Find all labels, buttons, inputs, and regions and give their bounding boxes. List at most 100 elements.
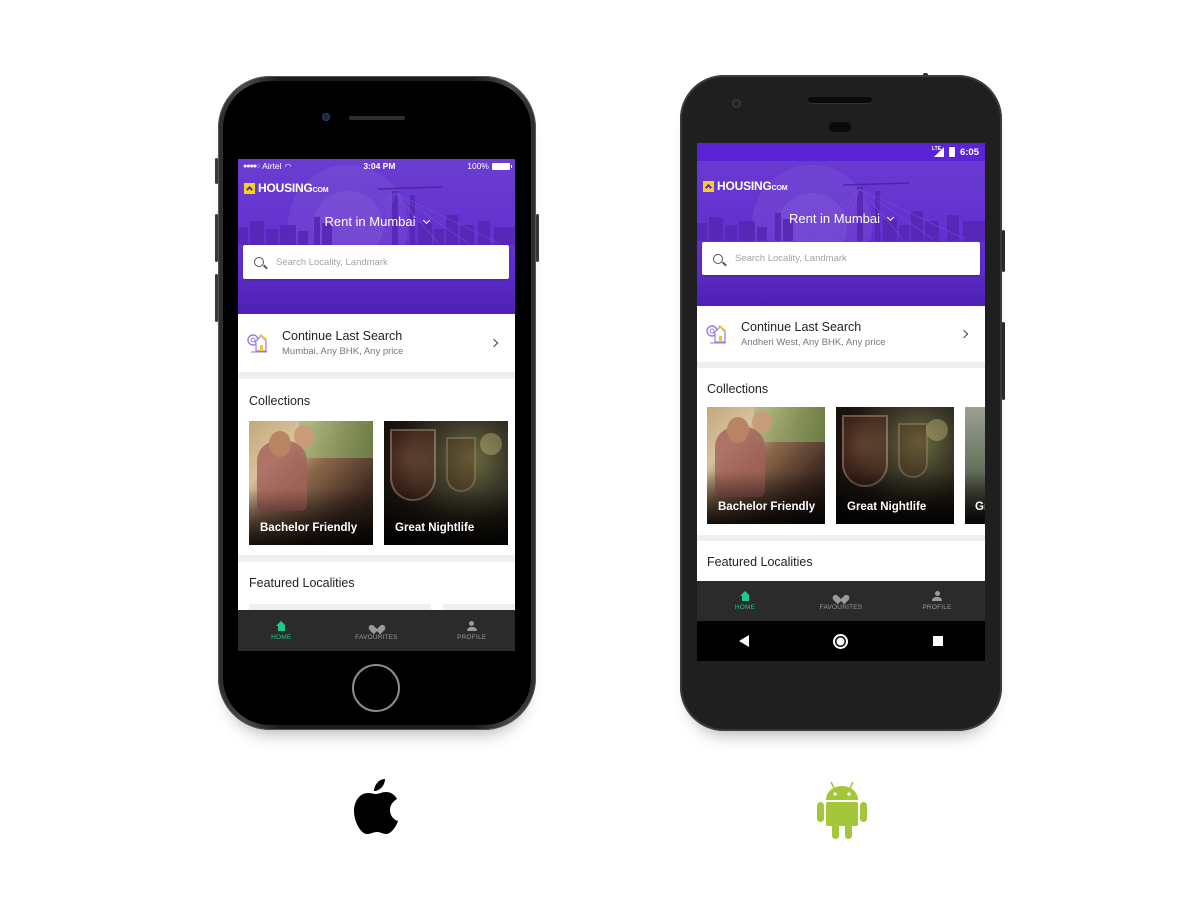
battery-percent: 100% <box>467 161 489 171</box>
featured-localities-title: Featured Localities <box>249 576 355 590</box>
tab-profile[interactable]: PROFILE <box>889 581 985 621</box>
tab-home[interactable]: HOME <box>238 610 325 651</box>
tab-home[interactable]: HOME <box>697 581 793 621</box>
housing-logo-icon <box>703 180 714 192</box>
lte-signal-icon: LTE <box>932 146 944 157</box>
search-icon <box>713 253 723 264</box>
collection-label: Great Nightlife <box>395 522 475 534</box>
tab-favourites[interactable]: FAVOURITES <box>325 610 429 651</box>
search-input[interactable] <box>735 253 958 264</box>
tab-label: PROFILE <box>922 604 952 611</box>
android-device: LTE 6:05 HOUSINGCOM Rent in Mumbai Searc… <box>680 75 1002 731</box>
signal-dots-icon: ●●●●○ <box>243 162 260 170</box>
android-status-bar: LTE 6:05 <box>697 143 985 161</box>
city-selector[interactable]: Rent in Mumbai <box>238 214 515 229</box>
tab-label: FAVOURITES <box>355 633 398 641</box>
carrier-name: Airtel <box>262 161 282 171</box>
wifi-icon: ◠ <box>284 161 292 171</box>
iphone-home-button[interactable] <box>352 664 400 712</box>
chevron-down-icon <box>422 216 430 224</box>
city-selector[interactable]: Rent in Mumbai <box>697 211 985 226</box>
collections-title: Collections <box>707 382 769 396</box>
chevron-down-icon <box>886 213 895 221</box>
search-input[interactable] <box>276 256 489 268</box>
bottom-tab-bar: HOME FAVOURITES PROFILE <box>697 581 985 621</box>
collection-label: Bachelor Friendly <box>718 501 816 513</box>
tab-label: HOME <box>734 604 756 611</box>
logo-suffix: COM <box>771 185 788 192</box>
tab-profile[interactable]: PROFILE <box>428 610 515 651</box>
collections-title: Collections <box>249 394 311 408</box>
collections-section: Collections Bachelor Friendly Great Nigh… <box>238 379 515 555</box>
search-icon <box>254 257 264 267</box>
status-time: 6:05 <box>959 146 979 158</box>
apple-logo-icon <box>354 779 398 834</box>
collection-label: Gr <box>975 501 985 513</box>
collections-section: Collections Bachelor Friendly Great Nigh… <box>697 368 985 535</box>
hero-banner: ●●●●○ Airtel ◠ 3:04 PM 100% HOUSINGCOM R… <box>238 159 515 314</box>
search-bar[interactable] <box>702 242 980 275</box>
profile-icon <box>932 591 942 601</box>
collection-tile-bachelor-friendly[interactable]: Bachelor Friendly <box>707 407 825 524</box>
back-icon[interactable] <box>739 635 750 647</box>
ios-status-bar: ●●●●○ Airtel ◠ 3:04 PM 100% <box>238 159 515 173</box>
collection-label: Great Nightlife <box>847 501 927 513</box>
hero-water <box>697 275 985 306</box>
last-search-subtitle: Andheri West, Any BHK, Any price <box>741 337 886 348</box>
tab-label: FAVOURITES <box>819 604 863 611</box>
housing-logo-icon <box>244 182 255 194</box>
front-camera <box>322 113 330 121</box>
featured-localities-section: Featured Localities <box>697 541 985 581</box>
featured-localities-section: Featured Localities <box>238 562 515 610</box>
battery-icon <box>492 162 512 170</box>
proximity-sensor <box>829 122 851 132</box>
android-logo-icon <box>817 781 867 839</box>
status-time: 3:04 PM <box>363 161 396 171</box>
hero-water <box>238 279 515 314</box>
house-search-icon <box>246 332 268 354</box>
favourites-icon <box>835 591 847 601</box>
iphone-power-button <box>536 214 539 262</box>
collection-tile-bachelor-friendly[interactable]: Bachelor Friendly <box>249 421 373 545</box>
android-volume-rocker <box>1002 322 1005 400</box>
chevron-right-icon <box>959 329 969 339</box>
continue-last-search-card[interactable]: Continue Last Search Mumbai, Any BHK, An… <box>238 314 515 372</box>
home-circle-icon[interactable] <box>833 633 849 649</box>
chevron-right-icon <box>489 338 499 348</box>
housing-logo: HOUSINGCOM <box>244 181 329 195</box>
logo-text: HOUSING <box>717 179 772 193</box>
earpiece-speaker <box>808 97 872 103</box>
continue-last-search-card[interactable]: Continue Last Search Andheri West, Any B… <box>697 306 985 362</box>
logo-suffix: COM <box>312 187 329 194</box>
last-search-title: Continue Last Search <box>282 329 403 343</box>
favourites-icon <box>371 621 383 631</box>
search-bar[interactable] <box>243 245 509 279</box>
iphone-screen: ●●●●○ Airtel ◠ 3:04 PM 100% HOUSINGCOM R… <box>238 159 515 651</box>
android-screen: LTE 6:05 HOUSINGCOM Rent in Mumbai Searc… <box>697 143 985 621</box>
home-icon <box>739 591 751 601</box>
front-camera <box>732 99 741 108</box>
city-selector-label: Rent in Mumbai <box>324 214 416 229</box>
last-search-subtitle: Mumbai, Any BHK, Any price <box>282 346 404 357</box>
last-search-title: Continue Last Search <box>741 320 862 334</box>
home-icon <box>275 620 287 631</box>
collection-tile-partial[interactable]: Gr <box>965 407 985 524</box>
collection-tile-great-nightlife[interactable]: Great Nightlife <box>384 421 508 545</box>
bottom-tab-bar: HOME FAVOURITES PROFILE <box>238 610 515 651</box>
tab-label: HOME <box>271 633 292 641</box>
logo-text: HOUSING <box>258 181 313 195</box>
housing-logo: HOUSINGCOM <box>703 179 788 193</box>
collection-label: Bachelor Friendly <box>260 522 358 534</box>
profile-icon <box>466 620 477 631</box>
android-navigation-bar <box>697 621 985 661</box>
city-selector-label: Rent in Mumbai <box>788 211 881 226</box>
hero-banner: LTE 6:05 HOUSINGCOM Rent in Mumbai <box>697 143 985 306</box>
collection-tile-great-nightlife[interactable]: Great Nightlife <box>836 407 954 524</box>
recent-apps-icon[interactable] <box>932 636 943 646</box>
tab-favourites[interactable]: FAVOURITES <box>793 581 889 621</box>
featured-localities-title: Featured Localities <box>707 555 813 569</box>
earpiece-speaker <box>349 116 405 120</box>
tab-label: PROFILE <box>457 633 487 641</box>
iphone-device: ●●●●○ Airtel ◠ 3:04 PM 100% HOUSINGCOM R… <box>218 76 536 730</box>
android-power-button <box>1002 230 1005 272</box>
